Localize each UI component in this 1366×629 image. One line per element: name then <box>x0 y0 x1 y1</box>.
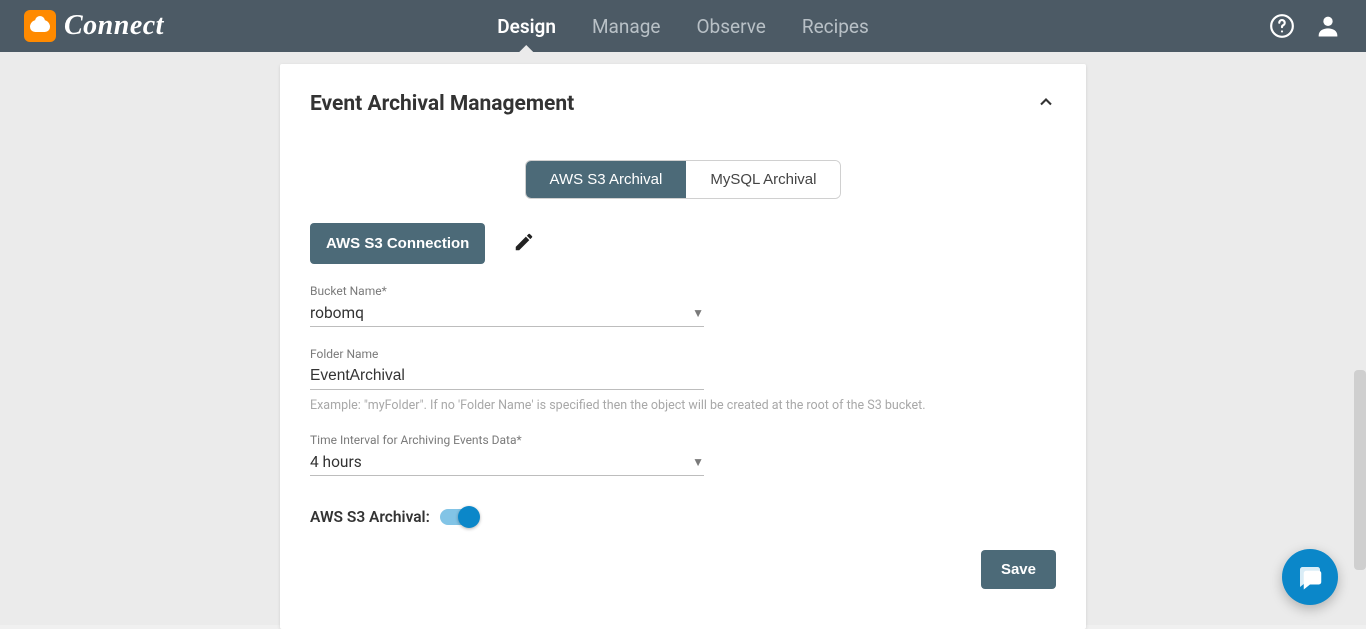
time-interval-select[interactable]: 4 hours ▼ <box>310 451 704 476</box>
chevron-up-icon <box>1036 92 1056 112</box>
archival-toggle-row: AWS S3 Archival: <box>310 508 1056 526</box>
folder-name-field: Folder Name <box>310 347 704 390</box>
scrollbar[interactable] <box>1354 370 1366 570</box>
time-interval-label: Time Interval for Archiving Events Data* <box>310 433 704 447</box>
nav-item-label: Design <box>497 15 556 38</box>
nav-item-manage[interactable]: Manage <box>592 0 661 52</box>
nav-item-recipes[interactable]: Recipes <box>802 0 869 52</box>
card-title: Event Archival Management <box>310 92 574 116</box>
chat-fab[interactable] <box>1282 549 1338 605</box>
collapse-toggle[interactable] <box>1036 92 1056 116</box>
page-content: Event Archival Management AWS S3 Archiva… <box>0 52 1366 629</box>
toggle-knob <box>458 506 480 528</box>
save-button[interactable]: Save <box>981 550 1056 589</box>
folder-name-helper: Example: "myFolder". If no 'Folder Name'… <box>310 398 930 413</box>
card-header: Event Archival Management <box>310 92 1056 116</box>
archival-toggle[interactable] <box>440 509 478 525</box>
folder-name-input[interactable] <box>310 367 704 385</box>
nav-item-label: Recipes <box>802 15 869 38</box>
aws-s3-connection-button[interactable]: AWS S3 Connection <box>310 223 485 264</box>
main-nav: Design Manage Observe Recipes <box>497 0 869 52</box>
nav-item-design[interactable]: Design <box>497 0 556 52</box>
event-archival-card: Event Archival Management AWS S3 Archiva… <box>280 64 1086 629</box>
save-row: Save <box>310 550 1056 589</box>
nav-item-observe[interactable]: Observe <box>696 0 765 52</box>
pencil-icon <box>513 231 535 253</box>
nav-item-label: Observe <box>696 15 765 38</box>
bucket-name-value: robomq <box>310 304 692 322</box>
cloud-icon <box>24 10 56 42</box>
bucket-name-label: Bucket Name* <box>310 284 704 298</box>
folder-name-label: Folder Name <box>310 347 704 361</box>
archival-type-tabs: AWS S3 Archival MySQL Archival <box>310 160 1056 199</box>
topbar-actions <box>1268 12 1342 40</box>
user-icon[interactable] <box>1314 12 1342 40</box>
chevron-down-icon: ▼ <box>692 306 704 320</box>
brand-name: Connect <box>64 10 164 42</box>
time-interval-value: 4 hours <box>310 453 692 471</box>
bucket-name-field: Bucket Name* robomq ▼ <box>310 284 704 327</box>
help-icon[interactable] <box>1268 12 1296 40</box>
time-interval-field: Time Interval for Archiving Events Data*… <box>310 433 704 476</box>
top-navbar: Connect Design Manage Observe Recipes <box>0 0 1366 52</box>
connection-row: AWS S3 Connection <box>310 223 1056 264</box>
brand-logo: Connect <box>24 10 164 42</box>
edit-connection-button[interactable] <box>513 231 535 257</box>
archival-toggle-label: AWS S3 Archival: <box>310 508 430 526</box>
chat-icon <box>1295 562 1325 592</box>
tab-mysql-archival[interactable]: MySQL Archival <box>686 161 840 198</box>
bucket-name-select[interactable]: robomq ▼ <box>310 302 704 327</box>
tab-aws-s3-archival[interactable]: AWS S3 Archival <box>526 161 687 198</box>
nav-item-label: Manage <box>592 15 661 38</box>
chevron-down-icon: ▼ <box>692 455 704 469</box>
